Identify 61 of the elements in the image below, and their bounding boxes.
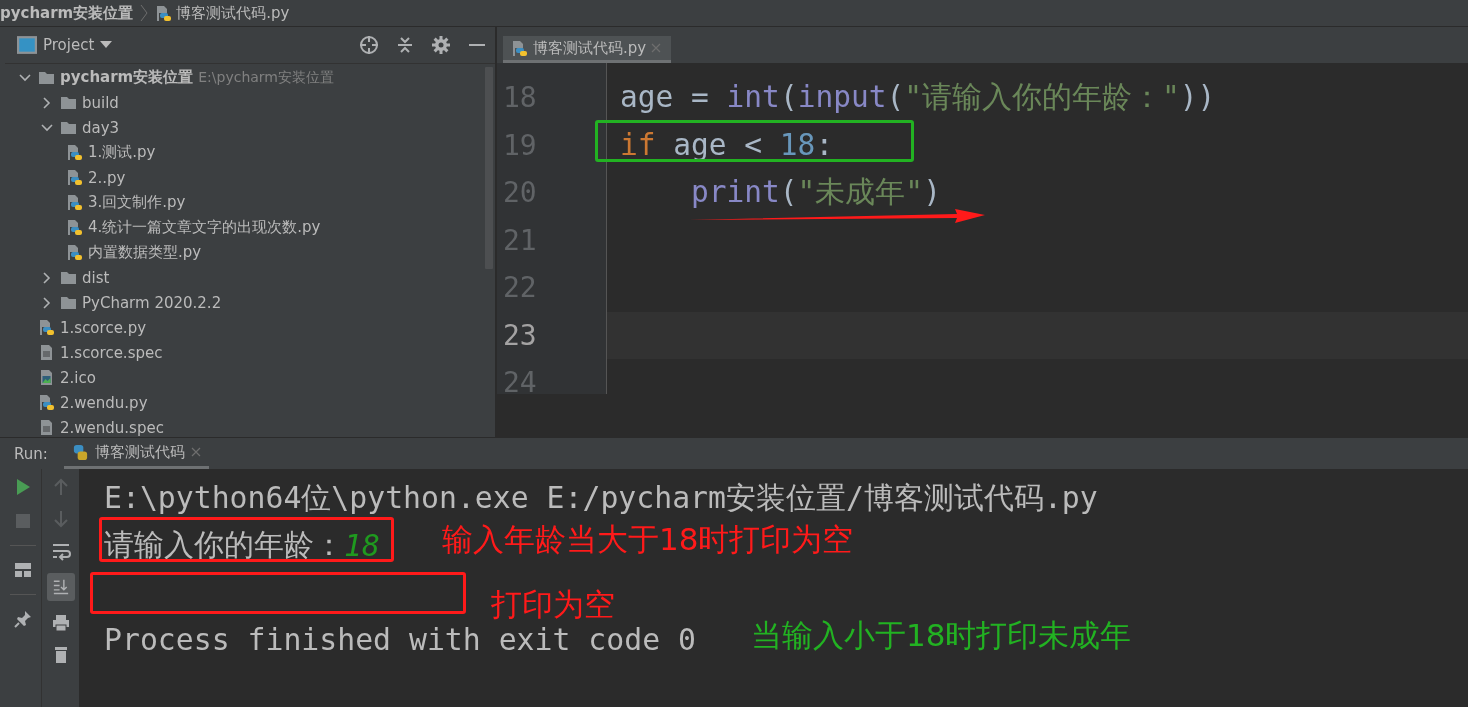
folder-path: E:\pycharm安装位置 bbox=[198, 68, 334, 87]
print-icon[interactable] bbox=[50, 613, 71, 633]
line-number: 23 bbox=[502, 317, 538, 354]
text-file-icon bbox=[38, 419, 55, 436]
python-file-icon bbox=[66, 244, 83, 261]
code-line: if age < 18: bbox=[619, 128, 834, 163]
annotation-text: 输入年龄当大于18时打印为空 bbox=[442, 521, 854, 557]
code-line: print("未成年") bbox=[690, 173, 941, 211]
console-output-text: Process finished with exit code 0 bbox=[104, 622, 696, 657]
crosshair-icon[interactable] bbox=[359, 35, 379, 55]
folder-name[interactable]: pycharm安装位置 bbox=[60, 68, 194, 87]
folder-name[interactable]: day3 bbox=[82, 118, 120, 137]
python-file-icon bbox=[38, 394, 55, 411]
file-name[interactable]: 3.回文制作.py bbox=[88, 193, 186, 212]
folder-icon bbox=[60, 94, 77, 111]
file-name[interactable]: 2..py bbox=[88, 168, 126, 187]
python-icon bbox=[71, 443, 89, 461]
layout-icon[interactable] bbox=[13, 560, 33, 580]
image-file-icon bbox=[38, 369, 55, 386]
panel-icon bbox=[17, 35, 37, 55]
annotation-text: 当输入小于18时打印未成年 bbox=[751, 617, 1132, 653]
run-label: Run: bbox=[14, 444, 48, 463]
file-name[interactable]: 1.scorce.py bbox=[60, 318, 147, 337]
console-output-text: 请输入你的年龄： bbox=[104, 526, 344, 564]
python-file-icon bbox=[66, 144, 83, 161]
code-line: age = int(input("请输入你的年龄：")) bbox=[619, 78, 1216, 116]
python-file-icon bbox=[511, 39, 528, 57]
folder-icon bbox=[60, 294, 77, 311]
collapse-all-icon[interactable] bbox=[395, 35, 415, 55]
python-file-icon bbox=[66, 219, 83, 236]
dropdown-caret-icon bbox=[100, 41, 113, 49]
scroll-to-end-icon[interactable] bbox=[46, 573, 75, 601]
python-file-icon bbox=[66, 194, 83, 211]
folder-name[interactable]: dist bbox=[82, 268, 110, 287]
folder-name[interactable]: build bbox=[82, 93, 119, 112]
chevron-separator-icon bbox=[139, 3, 150, 23]
console-input-text: 18 bbox=[344, 528, 380, 563]
text-file-icon bbox=[38, 344, 55, 361]
breadcrumb-item[interactable]: 博客测试代码.py bbox=[176, 3, 290, 23]
python-file-icon bbox=[155, 4, 173, 22]
annotation-text: 打印为空 bbox=[491, 586, 615, 622]
project-view-dropdown[interactable]: Project bbox=[43, 36, 95, 54]
file-name[interactable]: 4.统计一篇文章文字的出现次数.py bbox=[88, 218, 321, 237]
file-name[interactable]: 1.测试.py bbox=[88, 143, 156, 162]
soft-wrap-icon[interactable] bbox=[50, 541, 71, 561]
python-file-icon bbox=[66, 169, 83, 186]
folder-icon bbox=[60, 119, 77, 136]
console-output-text: E:\python64位\python.exe E:/pycharm安装位置/博客测试代码.py bbox=[104, 479, 1098, 517]
editor-tab[interactable]: 博客测试代码.py bbox=[503, 36, 672, 63]
folder-icon bbox=[60, 269, 77, 286]
file-name[interactable]: 2.wendu.spec bbox=[60, 418, 164, 437]
file-name[interactable]: 1.scorce.spec bbox=[60, 343, 163, 362]
file-name[interactable]: 2.ico bbox=[60, 368, 96, 387]
pin-icon[interactable] bbox=[13, 609, 33, 629]
folder-name[interactable]: PyCharm 2020.2.2 bbox=[82, 293, 222, 312]
settings-icon[interactable] bbox=[431, 35, 451, 55]
breadcrumb-item[interactable]: pycharm安装位置 bbox=[0, 3, 134, 23]
python-file-icon bbox=[38, 319, 55, 336]
folder-icon bbox=[38, 69, 55, 86]
file-name[interactable]: 2.wendu.py bbox=[60, 393, 148, 412]
file-name[interactable]: 内置数据类型.py bbox=[88, 243, 202, 262]
